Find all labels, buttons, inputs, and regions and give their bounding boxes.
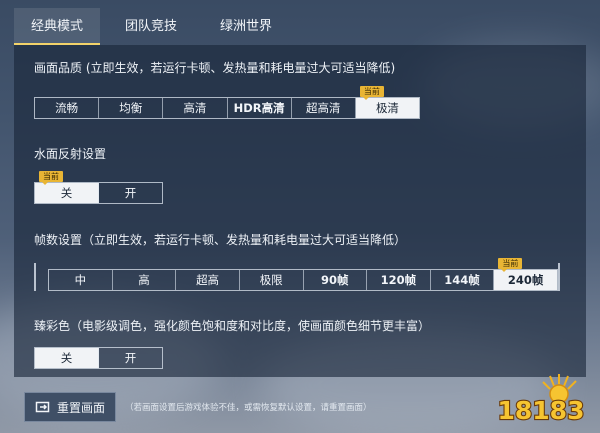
vivid-color-toggle: 关 开 <box>34 347 163 369</box>
frame-rate-option-extreme[interactable]: 极限 <box>240 270 304 290</box>
water-reflection-on[interactable]: 开 <box>99 183 162 203</box>
tab-classic-mode[interactable]: 经典模式 <box>14 8 100 45</box>
quality-option-hd[interactable]: 高清 <box>163 98 228 118</box>
frame-rate-option-medium[interactable]: 中 <box>49 270 113 290</box>
graphics-settings-panel: 画面品质 (立即生效，若运行卡顿、发热量和耗电量过大可适当降低) 流畅 均衡 高… <box>14 45 586 377</box>
frame-rate-option-high[interactable]: 高 <box>113 270 177 290</box>
frame-rate-option-144fps-label: 144帧 <box>444 273 480 287</box>
frame-rate-option-144fps[interactable]: 144帧 <box>431 270 495 290</box>
frame-rate-option-90fps-label: 90帧 <box>321 273 349 287</box>
current-badge: 当前 <box>39 171 63 185</box>
reset-graphics-label: 重置画面 <box>56 400 105 415</box>
vivid-color-on[interactable]: 开 <box>99 348 162 368</box>
reset-icon <box>35 401 50 413</box>
quality-option-balanced[interactable]: 均衡 <box>99 98 164 118</box>
site-watermark-logo: 18183 <box>496 374 586 426</box>
quality-option-extreme-hd-label: 极清 <box>375 101 399 115</box>
frame-rate-option-120fps-label: 120帧 <box>380 273 417 287</box>
quality-option-hdr-hd[interactable]: HDR高清 <box>228 98 292 118</box>
vivid-color-off[interactable]: 关 <box>35 348 99 368</box>
quality-option-smooth[interactable]: 流畅 <box>35 98 100 118</box>
frame-rate-track-start <box>34 263 36 291</box>
water-reflection-title: 水面反射设置 <box>34 147 107 161</box>
frame-rate-option-240fps[interactable]: 当前 240帧 <box>494 258 557 290</box>
quality-option-ultra-hd[interactable]: 超高清 <box>292 98 356 118</box>
frame-rate-option-ultra[interactable]: 超高 <box>176 270 240 290</box>
current-badge: 当前 <box>498 258 523 272</box>
water-reflection-off[interactable]: 当前 关 <box>35 171 99 203</box>
quality-selector: 流畅 均衡 高清 HDR高清 超高清 当前 极清 <box>34 86 420 119</box>
tab-oasis-world[interactable]: 绿洲世界 <box>205 8 287 45</box>
frame-rate-option-120fps[interactable]: 120帧 <box>367 270 431 290</box>
frame-rate-track-end <box>558 263 560 291</box>
reset-graphics-button[interactable]: 重置画面 <box>24 392 116 422</box>
quality-option-extreme-hd[interactable]: 当前 极清 <box>355 86 420 118</box>
tab-team-deathmatch[interactable]: 团队竞技 <box>110 8 192 45</box>
quality-section-title: 画面品质 (立即生效，若运行卡顿、发热量和耗电量过大可适当降低) <box>34 61 396 75</box>
water-reflection-toggle: 当前 关 开 <box>34 171 163 204</box>
svg-text:18183: 18183 <box>498 396 585 425</box>
frame-rate-option-90fps[interactable]: 90帧 <box>304 270 368 290</box>
quality-option-hdr-hd-label: HDR高清 <box>233 101 285 115</box>
water-reflection-off-label: 关 <box>60 186 73 200</box>
frame-rate-selector: 中 高 超高 极限 90帧 120帧 144帧 当前 240帧 <box>48 258 558 291</box>
frame-rate-title: 帧数设置（立即生效，若运行卡顿、发热量和耗电量过大可适当降低） <box>34 233 407 247</box>
mode-tab-bar: 经典模式 团队竞技 绿洲世界 <box>0 0 600 45</box>
frame-rate-option-240fps-label: 240帧 <box>507 273 544 287</box>
reset-note: （若画面设置后游戏体验不佳，或需恢复默认设置，请重置画面） <box>125 403 372 413</box>
vivid-color-title: 臻彩色（电影级调色，强化颜色饱和度和对比度，使画面颜色细节更丰富） <box>34 319 431 333</box>
current-badge: 当前 <box>359 86 384 100</box>
